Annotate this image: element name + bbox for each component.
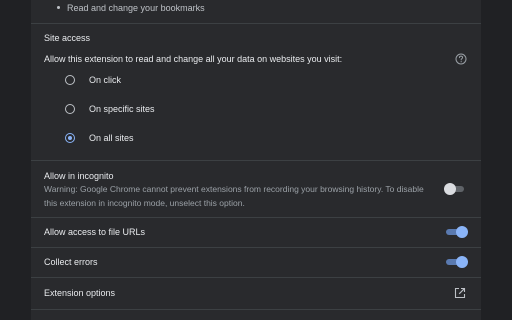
- radio-label: On click: [89, 75, 122, 85]
- radio-on-all-sites[interactable]: On all sites: [65, 131, 134, 145]
- permission-item: Read and change your bookmarks: [57, 3, 205, 13]
- radio-button[interactable]: [65, 75, 75, 85]
- extension-details-card: Read and change your bookmarks Site acce…: [31, 0, 481, 320]
- radio-label: On all sites: [89, 133, 134, 143]
- collect-errors-toggle[interactable]: [444, 256, 468, 268]
- help-circle-icon[interactable]: [455, 53, 467, 65]
- radio-button[interactable]: [65, 104, 75, 114]
- toggle-knob: [444, 183, 456, 195]
- divider: [31, 160, 481, 161]
- divider: [31, 309, 481, 310]
- extension-options-title[interactable]: Extension options: [44, 288, 115, 298]
- site-access-title: Site access: [44, 33, 91, 43]
- radio-label: On specific sites: [89, 104, 155, 114]
- toggle-knob: [456, 226, 468, 238]
- divider: [31, 217, 481, 218]
- radio-on-click[interactable]: On click: [65, 73, 121, 87]
- incognito-warning: Warning: Google Chrome cannot prevent ex…: [44, 184, 424, 208]
- divider: [31, 277, 481, 278]
- file-urls-toggle[interactable]: [444, 226, 468, 238]
- open-in-new-icon[interactable]: [454, 287, 466, 299]
- extension-details-page: Read and change your bookmarks Site acce…: [0, 0, 512, 320]
- toggle-knob: [456, 256, 468, 268]
- file-urls-title: Allow access to file URLs: [44, 227, 146, 237]
- incognito-title: Allow in incognito: [44, 171, 114, 181]
- site-access-description: Allow this extension to read and change …: [44, 54, 343, 64]
- bullet: [57, 6, 60, 10]
- radio-on-specific-sites[interactable]: On specific sites: [65, 102, 155, 116]
- radio-button-selected[interactable]: [65, 133, 75, 143]
- divider: [31, 23, 481, 24]
- collect-errors-title: Collect errors: [44, 257, 98, 267]
- permission-item-label: Read and change your bookmarks: [67, 3, 205, 13]
- divider: [31, 247, 481, 248]
- incognito-toggle[interactable]: [444, 183, 468, 195]
